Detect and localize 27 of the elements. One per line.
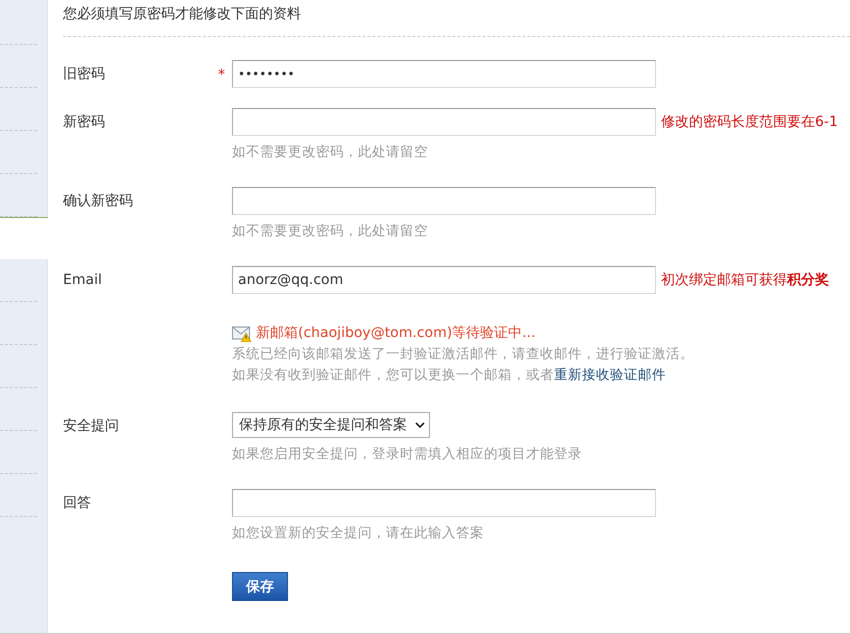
hint-text: 如您设置新的安全提问，请在此输入答案	[232, 525, 485, 542]
hint-text: 系统已经向该邮箱发送了一封验证激活邮件，请查收邮件，进行验证激活。	[232, 346, 695, 363]
question-select[interactable]: 保持原有的安全提问和答案	[232, 412, 430, 438]
hint-text: 如不需要更改密码，此处请留空	[232, 144, 429, 161]
answer-field[interactable]	[232, 489, 656, 517]
field-label: 回答	[63, 494, 92, 513]
email-field[interactable]: anorz@qq.com	[232, 266, 656, 294]
mail-warning-icon	[232, 324, 252, 342]
resend-link[interactable]: 重新接收验证邮件	[554, 367, 666, 383]
hint-text: 如不需要更改密码，此处请留空	[232, 223, 429, 240]
pending-message: 新邮箱(chaojiboy@tom.com)等待验证中...	[256, 324, 536, 342]
password-field[interactable]	[232, 187, 656, 215]
field-label: 新密码	[63, 113, 106, 132]
required-mark: *	[218, 67, 225, 83]
password-field[interactable]	[232, 108, 656, 136]
field-note: 初次绑定邮箱可获得积分奖	[661, 271, 829, 289]
password-field[interactable]: ••••••••	[232, 60, 656, 88]
field-label: 确认新密码	[63, 192, 134, 211]
hint-text: 如果您启用安全提问，登录时需填入相应的项目才能登录	[232, 446, 582, 463]
field-label: 旧密码	[63, 65, 106, 84]
chevron-down-icon	[415, 422, 425, 428]
field-label: Email	[63, 271, 103, 290]
field-label: 安全提问	[63, 417, 120, 436]
save-button[interactable]: 保存	[232, 572, 288, 601]
field-note: 修改的密码长度范围要在6-1	[661, 113, 838, 131]
hint-text: 如果没有收到验证邮件，您可以更换一个邮箱，或者	[232, 367, 554, 383]
form-heading: 您必须填写原密码才能修改下面的资料	[63, 0, 850, 37]
